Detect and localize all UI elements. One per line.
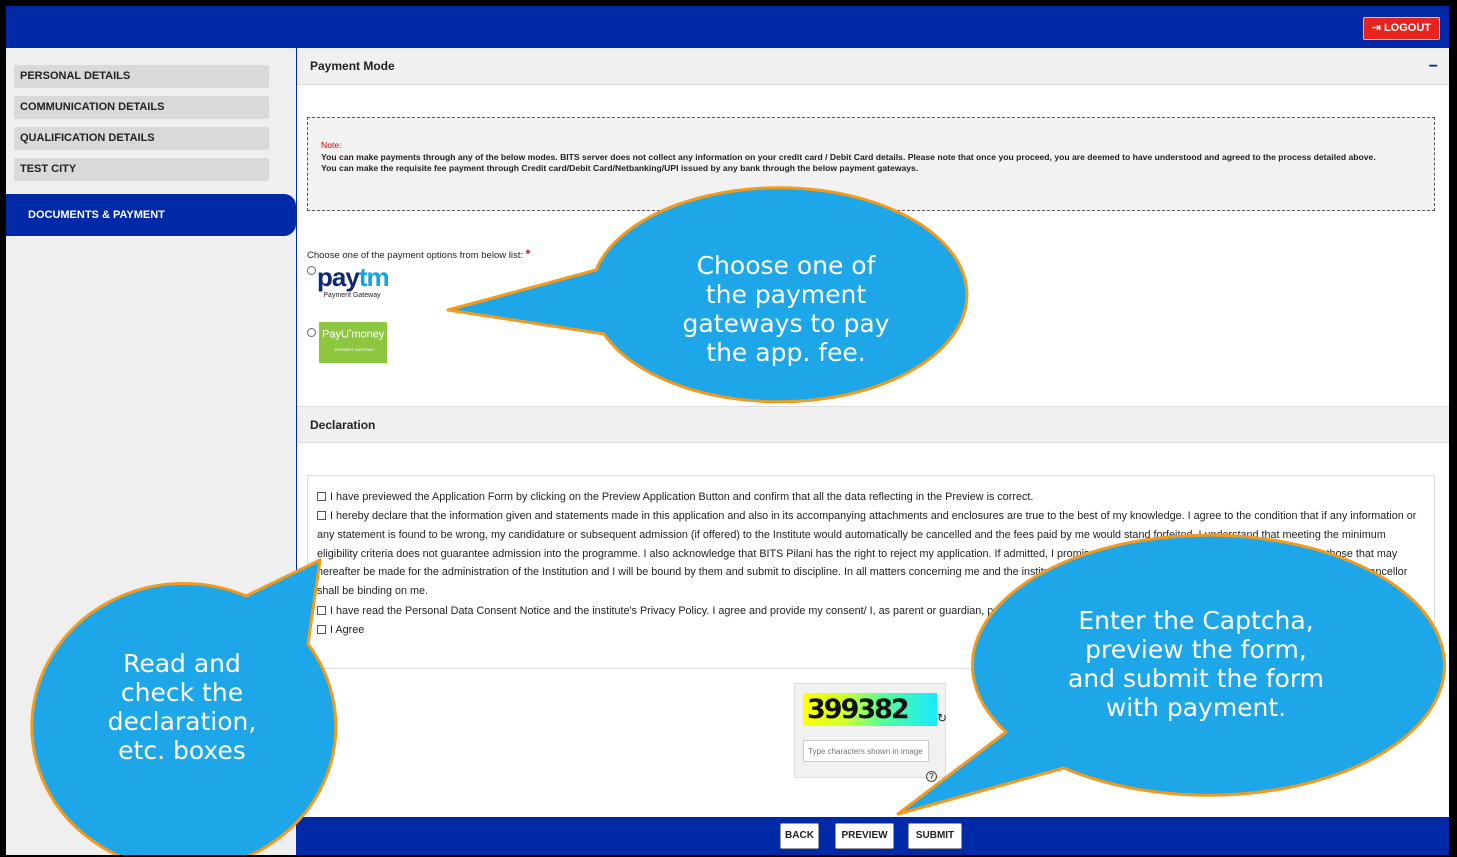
payment-note: Note: You can make payments through any … xyxy=(307,117,1435,211)
help-icon[interactable]: ? xyxy=(926,771,937,782)
payment-mode-header[interactable]: Payment Mode − xyxy=(297,48,1449,85)
submit-callout-text: Enter the Captcha, preview the form, and… xyxy=(1067,606,1325,722)
sidebar-item-communication-details[interactable]: COMMUNICATION DETAILS xyxy=(14,96,269,119)
note-title: Note: xyxy=(321,140,342,150)
preview-button[interactable]: PREVIEW xyxy=(835,823,894,849)
payumoney-logo[interactable]: PayU•money PAYMENT GATEWAY xyxy=(319,322,387,363)
sidebar-item-qualification-details[interactable]: QUALIFICATION DETAILS xyxy=(14,127,269,150)
payment-mode-title: Payment Mode xyxy=(310,59,395,73)
app-window: ⇥ LOGOUT PERSONAL DETAILS COMMUNICATION … xyxy=(6,6,1449,855)
declaration-title: Declaration xyxy=(310,418,376,432)
back-button[interactable]: BACK xyxy=(780,823,819,849)
submit-button[interactable]: SUBMIT xyxy=(908,823,962,849)
payment-options-label: Choose one of the payment options from b… xyxy=(307,247,531,261)
collapse-icon[interactable]: − xyxy=(1429,48,1438,85)
captcha-text: 399382 xyxy=(807,694,910,725)
declaration-item-agree[interactable]: I Agree xyxy=(317,621,364,640)
payment-callout-text: Choose one of the payment gateways to pa… xyxy=(682,251,890,367)
note-text-1: You can make payments through any of the… xyxy=(321,151,1376,162)
captcha-image: 399382 ↻ xyxy=(803,693,947,726)
payu-sub-label: PAYMENT GATEWAY xyxy=(334,346,375,352)
logout-button[interactable]: ⇥ LOGOUT xyxy=(1362,17,1440,40)
sidebar-item-test-city[interactable]: TEST CITY xyxy=(14,158,269,181)
captcha-input[interactable] xyxy=(803,740,929,762)
declaration-checkbox-3[interactable] xyxy=(317,606,326,615)
main-content: Payment Mode − Note: You can make paymen… xyxy=(296,48,1449,855)
declaration-header[interactable]: Declaration xyxy=(297,406,1449,443)
required-mark: * xyxy=(525,247,531,261)
sign-out-icon: ⇥ xyxy=(1371,22,1384,34)
declaration-item-statement[interactable]: I hereby declare that the information gi… xyxy=(317,507,1427,601)
note-text-2: You can make the requisite fee payment t… xyxy=(321,163,919,173)
declaration-checkbox-4[interactable] xyxy=(317,625,326,634)
paytm-sub-label: Payment Gateway xyxy=(323,292,381,299)
refresh-icon[interactable]: ↻ xyxy=(937,711,947,725)
captcha-panel: 399382 ↻ xyxy=(794,683,947,778)
sidebar-item-personal-details[interactable]: PERSONAL DETAILS xyxy=(14,65,269,88)
sidebar-item-documents-payment[interactable]: DOCUMENTS & PAYMENT xyxy=(6,194,296,236)
paytm-radio[interactable] xyxy=(307,266,316,275)
paytm-logo[interactable]: paytm Payment Gateway xyxy=(317,262,390,304)
declaration-item-preview[interactable]: I have previewed the Application Form by… xyxy=(317,488,1427,507)
payumoney-radio[interactable] xyxy=(307,328,316,337)
bottom-action-bar: BACK PREVIEW SUBMIT xyxy=(297,817,1449,855)
declaration-callout-text: Read and check the declaration, etc. box… xyxy=(107,649,257,765)
declaration-checkbox-2[interactable] xyxy=(317,511,326,520)
top-bar: ⇥ LOGOUT xyxy=(6,6,1449,48)
declaration-checkbox-1[interactable] xyxy=(317,492,326,501)
